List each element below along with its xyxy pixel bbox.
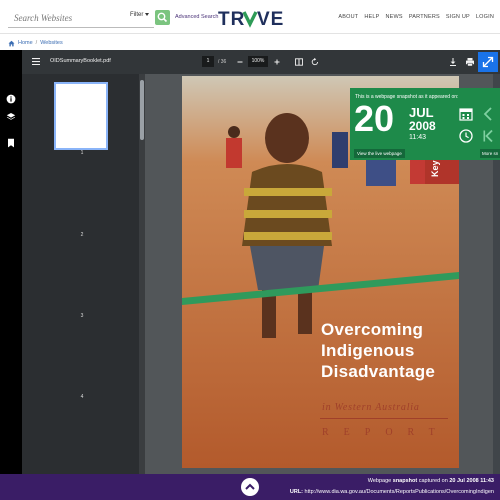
trove-page: Filter Advanced Search TR VE ABOUT HELP … [0, 0, 500, 500]
cover-report-label: REPORT [322, 427, 450, 438]
top-nav: ABOUT HELP NEWS PARTNERS SIGN UP LOGIN [338, 14, 494, 20]
filter-label: Filter [130, 12, 144, 18]
nav-help[interactable]: HELP [364, 14, 379, 20]
pdf-toolbar: OIDSummaryBooklet.pdf 1 / 36 100% [22, 50, 500, 74]
thumbnail-number: 3 [80, 313, 84, 319]
filter-dropdown[interactable]: Filter [130, 12, 150, 18]
page-thumbnail[interactable] [54, 82, 108, 150]
nav-partners[interactable]: PARTNERS [409, 14, 440, 20]
cover-side-tab: Key [430, 160, 440, 177]
snapshot-widget: This is a webpage snapshot as it appeare… [350, 88, 500, 160]
home-icon [8, 40, 15, 46]
nav-sign-up[interactable]: SIGN UP [446, 14, 470, 20]
search-button[interactable] [155, 10, 170, 25]
zoom-out-icon[interactable] [235, 57, 245, 67]
thumbnail-number: 4 [80, 394, 84, 400]
left-rail [0, 50, 22, 474]
snapshot-day: 20 [354, 98, 395, 139]
capture-snapshot-word: snapshot [392, 478, 418, 484]
page-number-input[interactable]: 1 [202, 56, 214, 67]
pdf-file-name: OIDSummaryBooklet.pdf [50, 58, 111, 64]
more-snapshots-button[interactable]: More sn [480, 149, 500, 158]
capture-url-line: URL: http://www.dia.wa.gov.au/Documents/… [290, 489, 494, 495]
calendar-icon[interactable] [458, 106, 474, 122]
caret-down-icon [145, 12, 150, 16]
capture-prefix: Webpage [367, 478, 392, 484]
fit-page-icon[interactable] [294, 57, 304, 67]
breadcrumb-separator: / [35, 40, 38, 46]
expand-icon [482, 56, 494, 68]
url-label: URL: [289, 489, 304, 495]
print-icon[interactable] [465, 57, 475, 67]
first-snapshot-icon[interactable] [480, 128, 496, 144]
menu-icon[interactable] [32, 58, 40, 65]
cover-title-line: Indigenous [321, 341, 415, 360]
zoom-in-icon[interactable] [272, 57, 282, 67]
thumbnail-sidebar: 1 2 3 4 [22, 74, 142, 474]
cover-divider [320, 418, 448, 419]
cover-title-line: Overcoming [321, 320, 424, 339]
layers-icon[interactable] [6, 112, 16, 122]
snapshot-year: 2008 [409, 119, 436, 133]
capture-date: 20 Jul 2008 11:43 [449, 478, 494, 484]
trove-logo[interactable]: TR VE [218, 8, 284, 28]
search-icon [157, 12, 168, 23]
capture-info: Webpage snapshot captured on 20 Jul 2008… [368, 478, 494, 484]
zoom-level[interactable]: 100% [248, 56, 268, 67]
cover-subtitle: in Western Australia [322, 402, 420, 413]
nav-about[interactable]: ABOUT [338, 14, 358, 20]
view-live-webpage-button[interactable]: View the live webpage [354, 149, 405, 158]
cover-title: Overcoming Indigenous Disadvantage [321, 319, 435, 382]
breadcrumb-websites[interactable]: Websites [40, 40, 63, 46]
snapshot-time: 11:43 [409, 134, 426, 141]
top-header: Filter Advanced Search TR VE ABOUT HELP … [0, 0, 500, 34]
nav-login[interactable]: LOGIN [476, 14, 494, 20]
capture-url[interactable]: http://www.dia.wa.gov.au/Documents/Repor… [305, 489, 494, 495]
cover-title-line: Disadvantage [321, 362, 436, 381]
svg-text:TR: TR [218, 9, 245, 28]
advanced-search-link[interactable]: Advanced Search [175, 14, 218, 20]
breadcrumb: Home / Websites [8, 38, 63, 48]
thumbnail-number: 2 [80, 232, 84, 238]
scroll-up-button[interactable] [241, 478, 259, 496]
rotate-icon[interactable] [310, 57, 320, 67]
capture-mid: captured on [418, 478, 448, 484]
bookmark-icon[interactable] [6, 138, 16, 148]
svg-text:VE: VE [257, 9, 284, 28]
nav-news[interactable]: NEWS [386, 14, 403, 20]
info-icon[interactable] [6, 94, 16, 104]
previous-snapshot-icon[interactable] [480, 106, 496, 122]
search-box [8, 8, 154, 28]
chevron-up-icon [245, 483, 255, 490]
page-total: / 36 [218, 59, 227, 65]
fullscreen-button[interactable] [478, 52, 498, 72]
download-icon[interactable] [448, 57, 458, 67]
snapshot-month: JUL [409, 105, 434, 120]
breadcrumb-home[interactable]: Home [18, 40, 33, 46]
thumbnail-scroll-thumb[interactable] [140, 80, 144, 140]
thumbnail-number: 1 [80, 150, 84, 156]
clock-icon[interactable] [458, 128, 474, 144]
search-input[interactable] [8, 8, 126, 27]
